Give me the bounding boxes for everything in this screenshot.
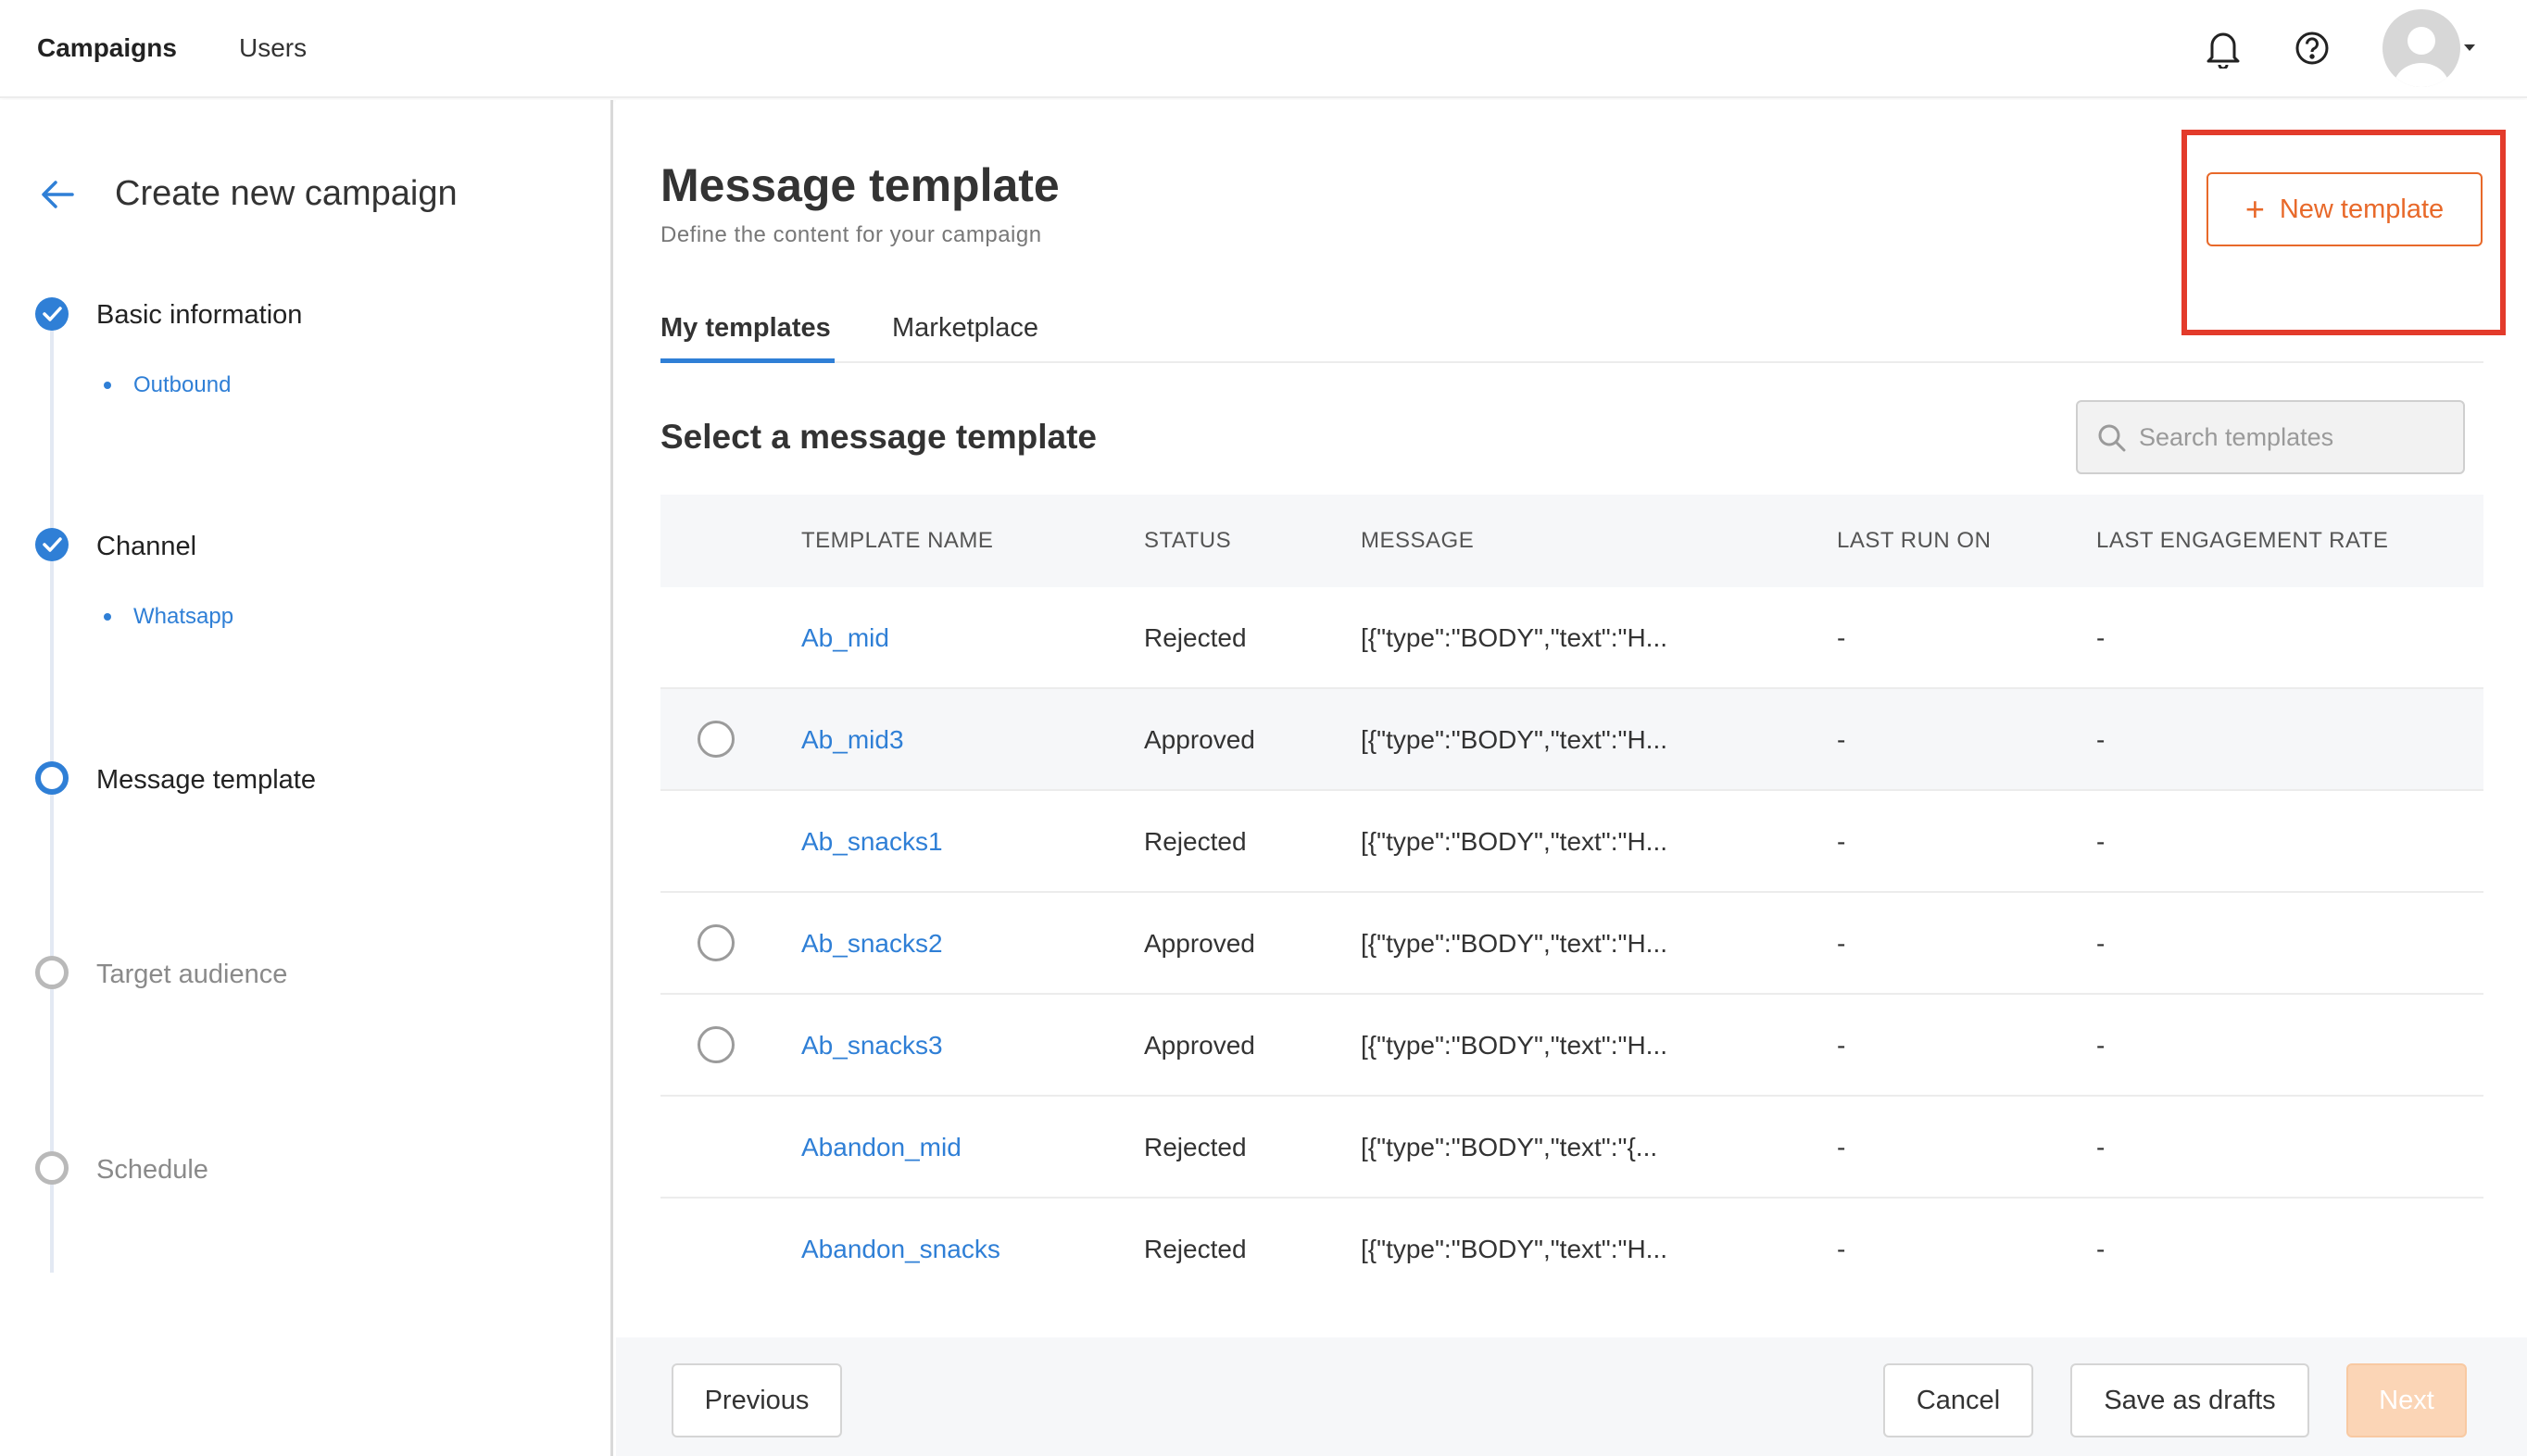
status-text: Rejected — [1144, 623, 1247, 652]
message-preview: [{"type":"BODY","text":"{... — [1361, 1133, 1658, 1161]
engagement-value: - — [2096, 1133, 2106, 1161]
col-last-engagement-rate: LAST ENGAGEMENT RATE — [2096, 528, 2389, 553]
footer-actions: Previous Cancel Save as drafts Next — [616, 1337, 2527, 1456]
template-name-link[interactable]: Ab_snacks2 — [801, 926, 943, 961]
step-current-marker — [35, 761, 69, 795]
search-input[interactable] — [2139, 402, 2454, 472]
main-content: Message template Define the content for … — [616, 100, 2527, 1456]
table-row[interactable]: Abandon_snacks Rejected [{"type":"BODY",… — [660, 1199, 2483, 1300]
step-channel[interactable]: Channel — [96, 528, 196, 565]
save-as-drafts-button[interactable]: Save as drafts — [2070, 1363, 2309, 1437]
steps-connector-line — [50, 319, 54, 1273]
page-subtitle: Define the content for your campaign — [660, 222, 1042, 247]
new-template-button[interactable]: + New template — [2206, 172, 2483, 246]
template-name-link[interactable]: Abandon_mid — [801, 1130, 962, 1165]
template-name-link[interactable]: Ab_snacks1 — [801, 824, 943, 860]
step-todo-marker — [35, 1151, 69, 1185]
message-preview: [{"type":"BODY","text":"H... — [1361, 929, 1668, 958]
sidebar-title: Create new campaign — [115, 174, 458, 213]
template-tabs: My templates Marketplace — [660, 298, 2483, 363]
last-run-value: - — [1837, 1031, 1846, 1060]
select-radio[interactable] — [698, 924, 735, 961]
tab-my-templates[interactable]: My templates — [660, 309, 831, 346]
message-preview: [{"type":"BODY","text":"H... — [1361, 623, 1668, 652]
table-row[interactable]: Ab_snacks1 Rejected [{"type":"BODY","tex… — [660, 791, 2483, 893]
step-done-check-icon — [35, 297, 69, 331]
col-status: STATUS — [1144, 528, 1232, 553]
status-text: Rejected — [1144, 1133, 1247, 1161]
bell-icon[interactable] — [2195, 20, 2251, 76]
template-name-link[interactable]: Ab_mid3 — [801, 722, 904, 758]
next-button[interactable]: Next — [2346, 1363, 2467, 1437]
message-preview: [{"type":"BODY","text":"H... — [1361, 1031, 1668, 1060]
engagement-value: - — [2096, 929, 2106, 958]
top-nav-bar: Campaigns Users — [0, 0, 2527, 98]
step-schedule: Schedule — [96, 1155, 208, 1185]
tab-marketplace[interactable]: Marketplace — [892, 309, 1038, 346]
section-title: Select a message template — [660, 418, 1097, 456]
last-run-value: - — [1837, 1235, 1846, 1263]
step-target-audience: Target audience — [96, 960, 288, 989]
template-name-link[interactable]: Abandon_snacks — [801, 1232, 1000, 1267]
step-todo-marker — [35, 956, 69, 989]
select-radio[interactable] — [698, 1026, 735, 1063]
templates-table: TEMPLATE NAME STATUS MESSAGE LAST RUN ON… — [660, 495, 2483, 1300]
step-done-check-icon — [35, 528, 69, 561]
table-row[interactable]: Ab_mid Rejected [{"type":"BODY","text":"… — [660, 587, 2483, 689]
template-name-link[interactable]: Ab_mid — [801, 621, 889, 656]
engagement-value: - — [2096, 827, 2106, 856]
previous-button[interactable]: Previous — [672, 1363, 842, 1437]
page-title: Message template — [660, 159, 1060, 211]
table-header: TEMPLATE NAME STATUS MESSAGE LAST RUN ON… — [660, 495, 2483, 587]
engagement-value: - — [2096, 623, 2106, 652]
last-run-value: - — [1837, 827, 1846, 856]
status-text: Approved — [1144, 725, 1255, 754]
last-run-value: - — [1837, 725, 1846, 754]
select-radio[interactable] — [698, 721, 735, 758]
active-tab-indicator — [660, 358, 835, 363]
step-sub-outbound: Outbound — [133, 372, 232, 397]
search-box[interactable] — [2076, 400, 2465, 474]
last-run-value: - — [1837, 623, 1846, 652]
user-avatar-icon[interactable] — [2382, 9, 2460, 87]
nav-campaigns[interactable]: Campaigns — [37, 31, 177, 65]
table-row[interactable]: Ab_snacks2 Approved [{"type":"BODY","tex… — [660, 893, 2483, 995]
message-preview: [{"type":"BODY","text":"H... — [1361, 1235, 1668, 1263]
new-template-label: New template — [2279, 194, 2445, 224]
status-text: Approved — [1144, 1031, 1255, 1060]
col-template-name: TEMPLATE NAME — [801, 528, 994, 553]
search-icon — [2096, 422, 2128, 454]
status-text: Rejected — [1144, 827, 1247, 856]
last-run-value: - — [1837, 1133, 1846, 1161]
last-run-value: - — [1837, 929, 1846, 958]
plus-icon: + — [2244, 190, 2265, 228]
bullet-icon — [104, 613, 111, 621]
step-message-template[interactable]: Message template — [96, 761, 316, 798]
col-last-run-on: LAST RUN ON — [1837, 528, 1992, 553]
message-preview: [{"type":"BODY","text":"H... — [1361, 725, 1668, 754]
status-text: Approved — [1144, 929, 1255, 958]
campaign-steps-sidebar: Create new campaign Basic information Ou… — [0, 100, 613, 1456]
message-preview: [{"type":"BODY","text":"H... — [1361, 827, 1668, 856]
table-row[interactable]: Ab_snacks3 Approved [{"type":"BODY","tex… — [660, 995, 2483, 1097]
bullet-icon — [104, 382, 111, 389]
template-name-link[interactable]: Ab_snacks3 — [801, 1028, 943, 1063]
table-row[interactable]: Abandon_mid Rejected [{"type":"BODY","te… — [660, 1097, 2483, 1199]
status-text: Rejected — [1144, 1235, 1247, 1263]
engagement-value: - — [2096, 725, 2106, 754]
step-sub-whatsapp: Whatsapp — [133, 604, 234, 629]
chevron-down-icon[interactable] — [2464, 44, 2475, 51]
table-row[interactable]: Ab_mid3 Approved [{"type":"BODY","text":… — [660, 689, 2483, 791]
nav-users[interactable]: Users — [239, 31, 307, 65]
help-icon[interactable] — [2284, 20, 2340, 76]
step-basic-information[interactable]: Basic information — [96, 296, 302, 333]
engagement-value: - — [2096, 1031, 2106, 1060]
col-message: MESSAGE — [1361, 528, 1475, 553]
cancel-button[interactable]: Cancel — [1883, 1363, 2033, 1437]
engagement-value: - — [2096, 1235, 2106, 1263]
back-arrow-icon[interactable] — [37, 174, 78, 215]
